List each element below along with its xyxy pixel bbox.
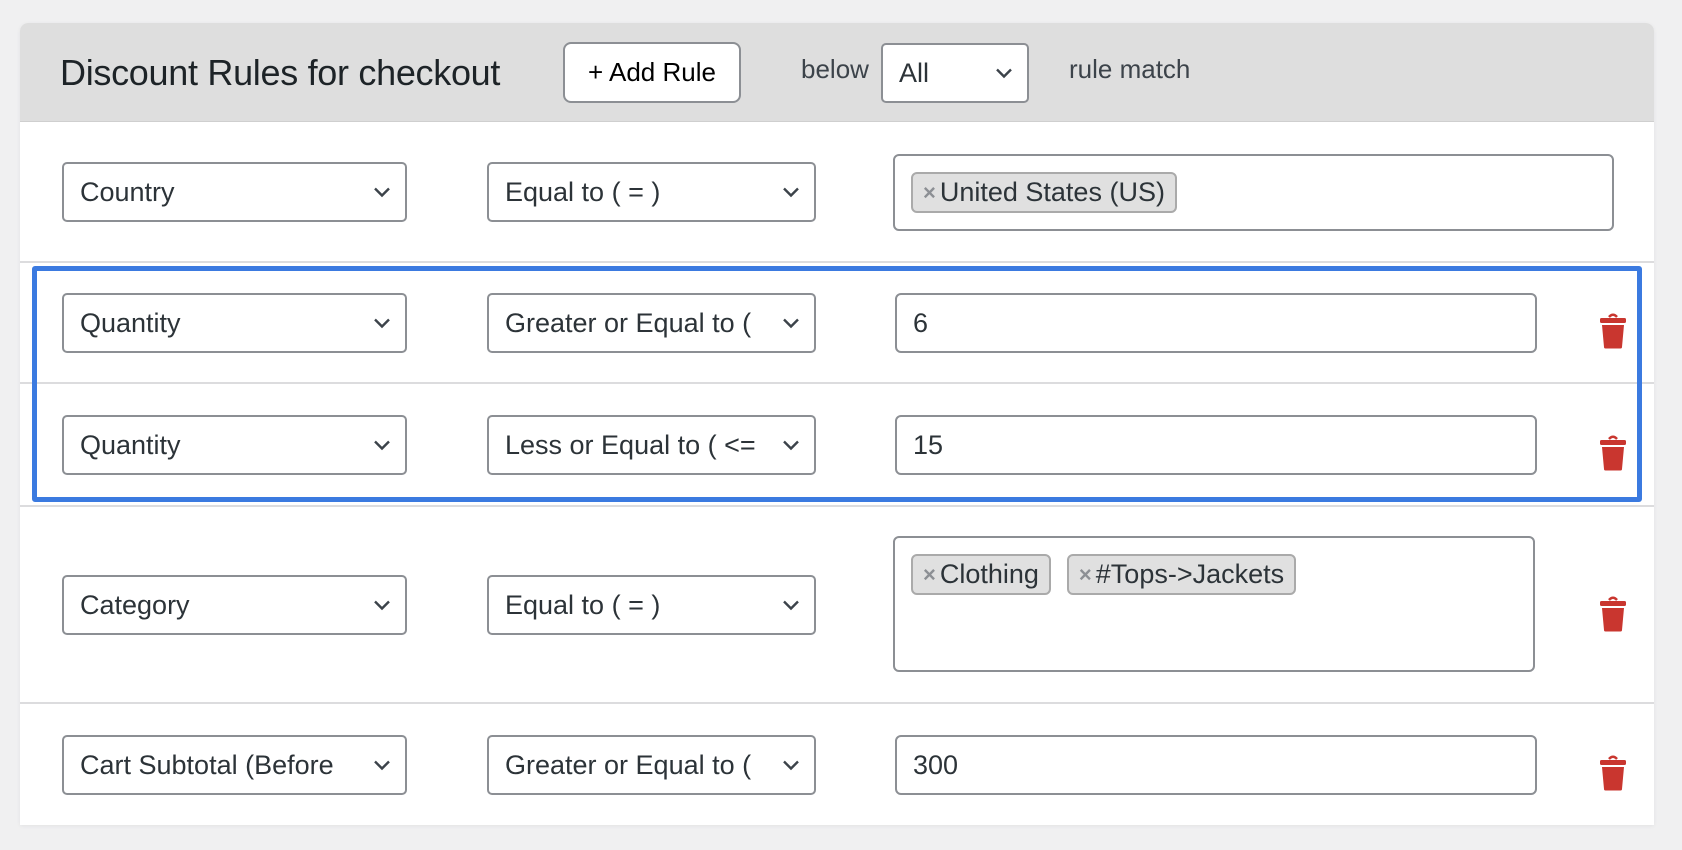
rule-value-input[interactable] [895,293,1537,353]
chevron-down-icon [374,440,390,451]
panel-header: Discount Rules for checkout + Add Rule b… [20,23,1654,122]
country-tags-field[interactable]: × United States (US) [893,154,1614,231]
chevron-down-icon [374,760,390,771]
row-divider [20,261,1654,263]
rule-operator-value: Equal to ( = ) [505,176,661,207]
chevron-down-icon [783,760,799,771]
remove-tag-icon[interactable]: × [1079,562,1092,588]
tag-chip: × Clothing [911,554,1051,595]
trash-icon[interactable] [1598,755,1628,791]
chevron-down-icon [996,68,1012,79]
chevron-down-icon [783,318,799,329]
add-rule-button[interactable]: + Add Rule [563,42,741,103]
chevron-down-icon [374,318,390,329]
remove-tag-icon[interactable]: × [923,180,936,206]
rule-match-label: rule match [1069,54,1191,84]
chevron-down-icon [783,440,799,451]
trash-icon[interactable] [1598,313,1628,349]
tag-label: Clothing [939,559,1039,589]
trash-icon[interactable] [1598,596,1628,632]
page-title: Discount Rules for checkout [60,52,501,93]
rule-match-select[interactable]: All [881,43,1029,103]
rule-type-select[interactable]: Quantity [62,293,407,353]
rule-operator-value: Greater or Equal to ( [505,749,752,780]
rule-type-value: Category [80,589,190,620]
rule-operator-value: Less or Equal to ( <= [505,429,756,460]
rule-value-input[interactable] [895,415,1537,475]
rule-type-select[interactable]: Country [62,162,407,222]
rule-operator-select[interactable]: Equal to ( = ) [487,162,816,222]
chevron-down-icon [374,600,390,611]
row-divider [20,702,1654,704]
rule-operator-select[interactable]: Greater or Equal to ( [487,735,816,795]
rule-type-select[interactable]: Cart Subtotal (Before [62,735,407,795]
chevron-down-icon [783,600,799,611]
category-tags-field[interactable]: × Clothing × #Tops->Jackets [893,536,1535,672]
row-divider [20,382,1654,384]
rule-operator-select[interactable]: Less or Equal to ( <= [487,415,816,475]
rule-type-value: Cart Subtotal (Before [80,749,334,780]
tag-label: United States (US) [939,177,1165,207]
tag-chip: × United States (US) [911,172,1177,213]
tag-label: #Tops->Jackets [1095,559,1285,589]
rule-operator-value: Equal to ( = ) [505,589,661,620]
rule-type-value: Quantity [80,429,181,460]
rule-operator-select[interactable]: Greater or Equal to ( [487,293,816,353]
rule-match-select-value: All [899,57,930,88]
row-divider [20,505,1654,507]
rule-operator-select[interactable]: Equal to ( = ) [487,575,816,635]
rule-operator-value: Greater or Equal to ( [505,307,752,338]
rule-type-select[interactable]: Quantity [62,415,407,475]
trash-icon[interactable] [1598,435,1628,471]
rule-type-value: Quantity [80,307,181,338]
discount-rules-panel: Discount Rules for checkout + Add Rule b… [20,23,1654,825]
remove-tag-icon[interactable]: × [923,562,936,588]
below-label: below [801,54,869,84]
rule-value-input[interactable] [895,735,1537,795]
tag-chip: × #Tops->Jackets [1066,554,1297,595]
chevron-down-icon [374,187,390,198]
chevron-down-icon [783,187,799,198]
rule-type-value: Country [80,176,175,207]
rule-type-select[interactable]: Category [62,575,407,635]
